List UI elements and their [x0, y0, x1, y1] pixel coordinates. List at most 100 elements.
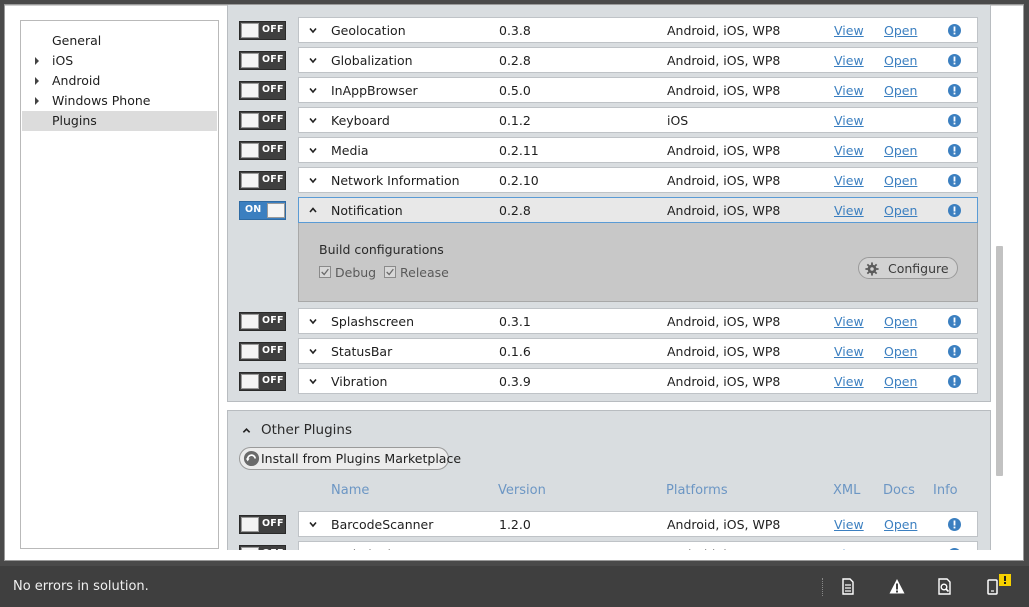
sidebar-item-general[interactable]: General [22, 31, 217, 51]
plugin-toggle[interactable]: OFF [239, 312, 286, 331]
open-docs-link[interactable]: Open [884, 53, 917, 68]
plugin-row[interactable]: Network Information 0.2.10 Android, iOS, W… [298, 167, 978, 193]
info-icon[interactable] [948, 548, 961, 550]
plugin-platforms: Android, iOS, WP8 [667, 547, 780, 550]
plugin-row[interactable]: Globalization 0.2.8 Android, iOS, WP8 View O… [298, 47, 978, 73]
open-docs-link[interactable]: Open [884, 547, 917, 550]
open-docs-link[interactable]: Open [884, 517, 917, 532]
plugin-name: Keyboard [331, 113, 390, 128]
chevron-down-icon[interactable] [309, 520, 317, 528]
sidebar-item-plugins[interactable]: Plugins [22, 111, 217, 131]
toggle-knob [241, 374, 259, 389]
chevron-up-icon[interactable] [309, 206, 317, 214]
device-warning-icon[interactable] [986, 574, 1014, 596]
plugin-toggle[interactable]: OFF [239, 372, 286, 391]
sidebar-item-ios[interactable]: iOS [22, 51, 217, 71]
search-document-icon[interactable] [937, 578, 953, 595]
open-docs-link[interactable]: Open [884, 374, 917, 389]
info-icon[interactable] [948, 54, 961, 67]
plugin-row[interactable]: Keyboard 0.1.2 iOS View [298, 107, 978, 133]
plugin-name: PushPlugin [331, 547, 399, 550]
plugin-toggle[interactable]: OFF [239, 111, 286, 130]
sidebar-item-windows-phone[interactable]: Windows Phone [22, 91, 217, 111]
plugin-toggle[interactable]: OFF [239, 21, 286, 40]
plugin-row[interactable]: InAppBrowser 0.5.0 Android, iOS, WP8 View Op… [298, 77, 978, 103]
chevron-down-icon[interactable] [309, 377, 317, 385]
view-xml-link[interactable]: View [834, 143, 864, 158]
chevron-down-icon[interactable] [309, 317, 317, 325]
scrollbar-thumb[interactable] [996, 246, 1003, 476]
info-icon[interactable] [948, 174, 961, 187]
view-xml-link[interactable]: View [834, 547, 864, 550]
plugin-row[interactable]: Notification 0.2.8 Android, iOS, WP8 View Op… [298, 197, 978, 223]
plugin-platforms: Android, iOS, WP8 [667, 23, 781, 38]
expand-arrow-icon[interactable] [35, 97, 39, 105]
view-xml-link[interactable]: View [834, 83, 864, 98]
open-docs-link[interactable]: Open [884, 23, 917, 38]
info-icon[interactable] [948, 315, 961, 328]
plugin-row[interactable]: BarcodeScanner 1.2.0 Android, iOS, WP8 View… [298, 511, 978, 537]
info-icon[interactable] [948, 114, 961, 127]
view-xml-link[interactable]: View [834, 517, 864, 532]
plugin-row[interactable]: PushPlugin 2.4.2 Android, iOS, WP8 View Open [298, 541, 978, 550]
chevron-down-icon[interactable] [309, 26, 317, 34]
plugin-toggle[interactable]: OFF [239, 342, 286, 361]
plugin-row[interactable]: Splashscreen 0.3.1 Android, iOS, WP8 View Op… [298, 308, 978, 334]
open-docs-link[interactable]: Open [884, 344, 917, 359]
chevron-down-icon[interactable] [309, 116, 317, 124]
open-docs-link[interactable]: Open [884, 314, 917, 329]
plugin-toggle[interactable]: ON [239, 201, 286, 220]
info-icon[interactable] [948, 84, 961, 97]
plugin-toggle[interactable]: OFF [239, 171, 286, 190]
view-xml-link[interactable]: View [834, 113, 864, 128]
view-xml-link[interactable]: View [834, 374, 864, 389]
plugin-platforms: Android, iOS, WP8 [667, 173, 781, 188]
plugin-version: 0.3.8 [499, 23, 531, 38]
expand-arrow-icon[interactable] [35, 77, 39, 85]
chevron-down-icon[interactable] [309, 56, 317, 64]
plugin-platforms: iOS [667, 113, 689, 128]
debug-checkbox-label: Debug [335, 265, 377, 280]
open-docs-link[interactable]: Open [884, 203, 917, 218]
toggle-state-label: OFF [262, 174, 284, 185]
toggle-state-label: OFF [262, 375, 284, 386]
info-icon[interactable] [948, 518, 961, 531]
open-docs-link[interactable]: Open [884, 143, 917, 158]
expand-arrow-icon[interactable] [35, 57, 39, 65]
plugin-row[interactable]: Vibration 0.3.9 Android, iOS, WP8 View Open [298, 368, 978, 394]
plugin-toggle[interactable]: OFF [239, 81, 286, 100]
info-icon[interactable] [948, 345, 961, 358]
plugin-toggle[interactable]: OFF [239, 51, 286, 70]
view-xml-link[interactable]: View [834, 344, 864, 359]
install-marketplace-button[interactable]: Install from Plugins Marketplace [239, 447, 461, 470]
info-icon[interactable] [948, 204, 961, 217]
chevron-down-icon[interactable] [309, 176, 317, 184]
plugin-toggle[interactable]: OFF [239, 515, 286, 534]
view-xml-link[interactable]: View [834, 23, 864, 38]
plugin-row[interactable]: Geolocation 0.3.8 Android, iOS, WP8 View Ope… [298, 17, 978, 43]
plugin-row[interactable]: Media 0.2.11 Android, iOS, WP8 View Open [298, 137, 978, 163]
sidebar-item-label: Windows Phone [52, 93, 151, 108]
plugin-toggle[interactable]: OFF [239, 545, 286, 550]
open-docs-link[interactable]: Open [884, 173, 917, 188]
plugin-name: BarcodeScanner [331, 517, 434, 532]
plugin-row[interactable]: StatusBar 0.1.6 Android, iOS, WP8 View Open [298, 338, 978, 364]
view-xml-link[interactable]: View [834, 203, 864, 218]
warning-icon[interactable] [889, 578, 905, 595]
chevron-down-icon[interactable] [309, 347, 317, 355]
chevron-down-icon[interactable] [309, 146, 317, 154]
view-xml-link[interactable]: View [834, 314, 864, 329]
info-icon[interactable] [948, 375, 961, 388]
info-icon[interactable] [948, 24, 961, 37]
chevron-down-icon[interactable] [309, 86, 317, 94]
configure-button[interactable]: Configure [858, 257, 958, 279]
view-xml-link[interactable]: View [834, 173, 864, 188]
plugin-toggle[interactable]: OFF [239, 141, 286, 160]
document-icon[interactable] [840, 578, 856, 595]
sidebar-item-android[interactable]: Android [22, 71, 217, 91]
open-docs-link[interactable]: Open [884, 83, 917, 98]
info-icon[interactable] [948, 144, 961, 157]
sidebar-item-label: Plugins [52, 113, 97, 128]
view-xml-link[interactable]: View [834, 53, 864, 68]
toggle-state-label: OFF [262, 345, 284, 356]
